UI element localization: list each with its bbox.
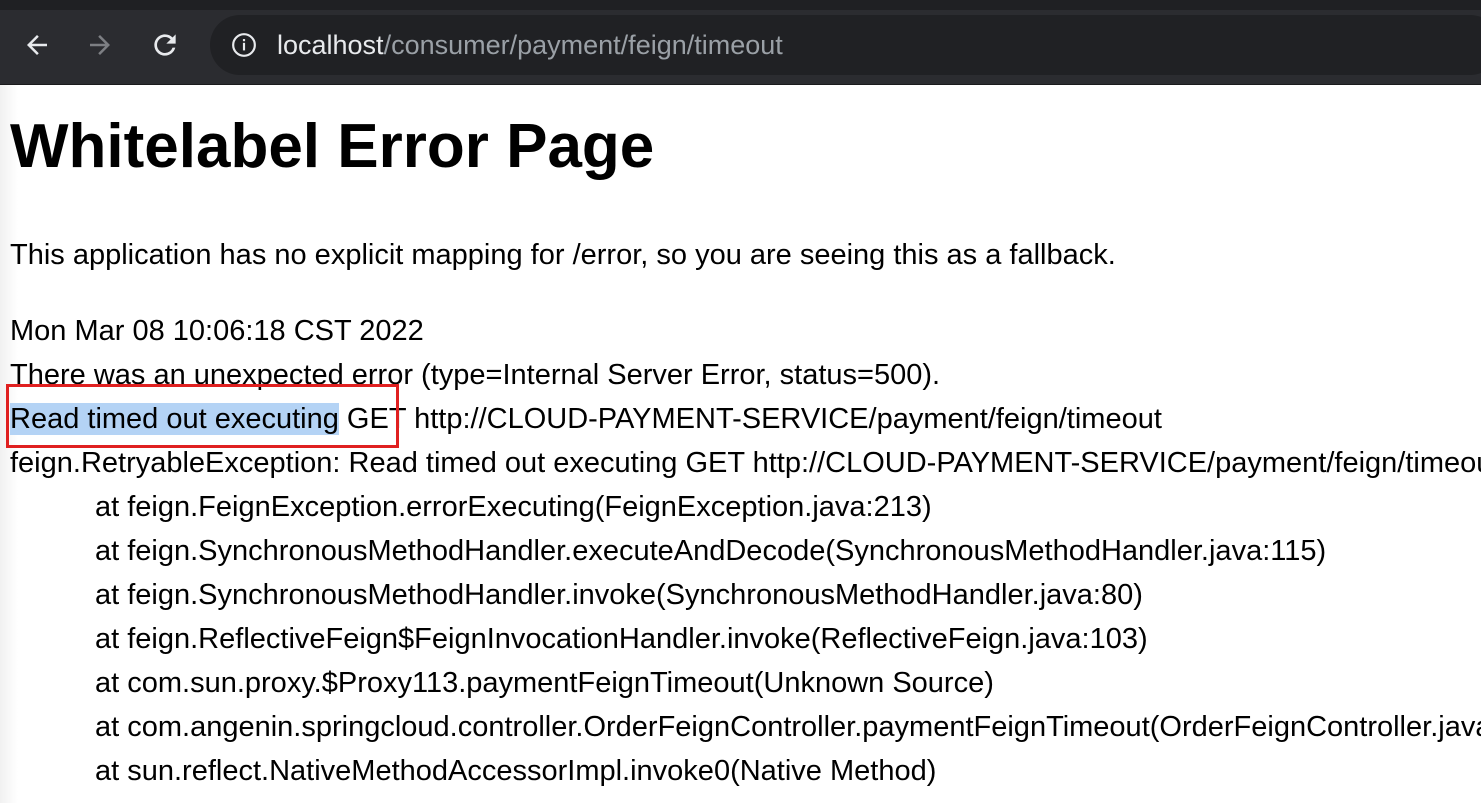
exception-line: feign.RetryableException: Read timed out… bbox=[10, 447, 1481, 479]
error-summary: There was an unexpected error (type=Inte… bbox=[10, 359, 941, 391]
stack-trace-line: at sun.reflect.NativeMethodAccessorImpl.… bbox=[95, 755, 937, 787]
forward-button[interactable] bbox=[80, 25, 120, 65]
browser-toolbar: localhost/consumer/payment/feign/timeout bbox=[0, 0, 1481, 85]
stack-trace-line: at com.angenin.springcloud.controller.Or… bbox=[95, 711, 1481, 743]
selected-text: Read timed out executing bbox=[10, 403, 339, 435]
stack-trace-line: at feign.SynchronousMethodHandler.execut… bbox=[95, 535, 1327, 567]
reload-button[interactable] bbox=[145, 25, 185, 65]
arrow-right-icon bbox=[90, 35, 110, 55]
error-message: Read timed out executing GET http://CLOU… bbox=[10, 399, 1162, 439]
fallback-message: This application has no explicit mapping… bbox=[10, 239, 1116, 271]
reload-icon bbox=[154, 34, 176, 56]
url-host: localhost bbox=[277, 30, 384, 60]
error-message-rest: GET http://CLOUD-PAYMENT-SERVICE/payment… bbox=[338, 403, 1162, 435]
stack-trace-line: at com.sun.proxy.$Proxy113.paymentFeignT… bbox=[95, 667, 994, 699]
error-timestamp: Mon Mar 08 10:06:18 CST 2022 bbox=[10, 315, 424, 347]
back-button[interactable] bbox=[17, 25, 57, 65]
page-content: Whitelabel Error Page This application h… bbox=[0, 85, 1481, 803]
url-path: /consumer/payment/feign/timeout bbox=[383, 30, 783, 60]
address-bar[interactable]: localhost/consumer/payment/feign/timeout bbox=[210, 15, 1481, 75]
info-circle-icon[interactable] bbox=[231, 32, 257, 58]
stack-trace-line: at feign.FeignException.errorExecuting(F… bbox=[95, 491, 932, 523]
tab-strip-edge bbox=[0, 0, 1481, 10]
url-text[interactable]: localhost/consumer/payment/feign/timeout bbox=[277, 15, 783, 75]
stack-trace-line: at feign.SynchronousMethodHandler.invoke… bbox=[95, 579, 1143, 611]
stack-trace-line: at feign.ReflectiveFeign$FeignInvocation… bbox=[95, 623, 1148, 655]
page-title: Whitelabel Error Page bbox=[10, 112, 655, 181]
stack-trace-line: at sun.reflect.NativeMethodAccessorImpl.… bbox=[95, 795, 1188, 803]
arrow-left-icon bbox=[27, 35, 47, 55]
